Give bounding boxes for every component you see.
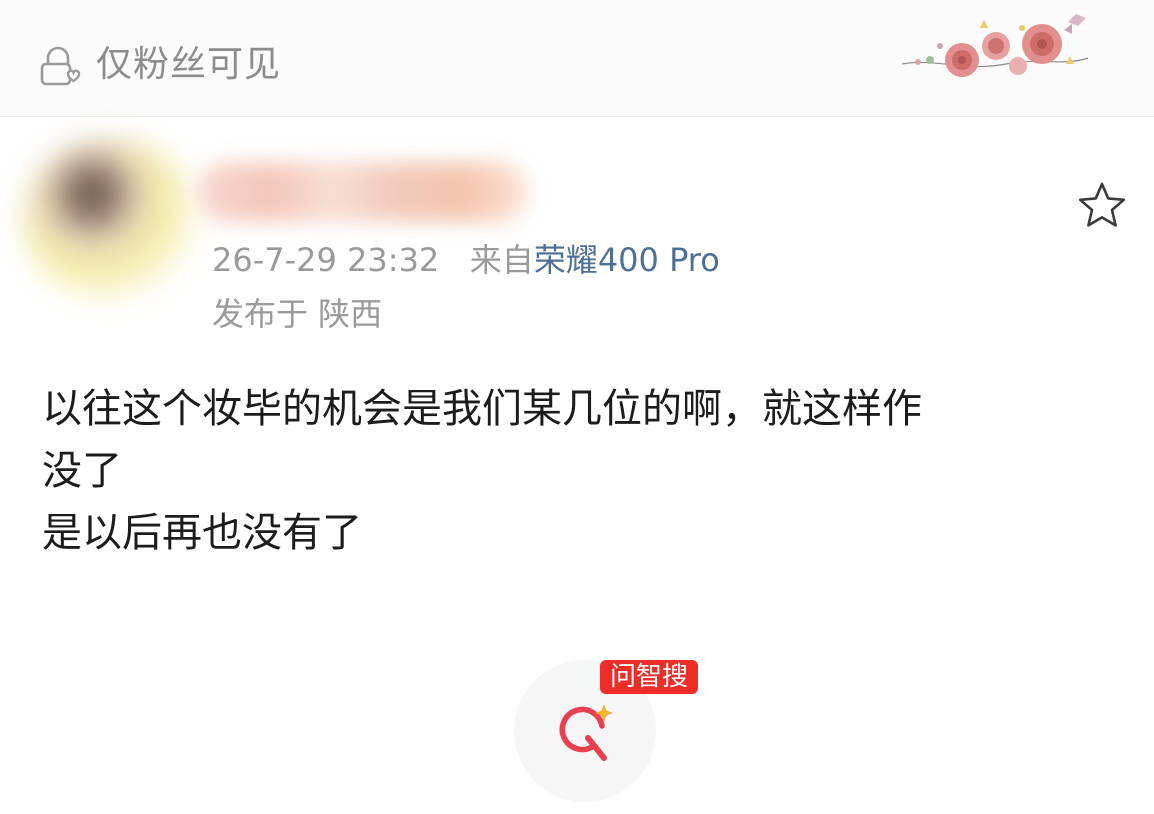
post-device[interactable]: 荣耀400 Pro [534, 241, 720, 279]
post-content: 以往这个妆毕的机会是我们某几位的啊，就这样作 没了 是以后再也没有了 [42, 378, 1102, 564]
star-outline-icon[interactable] [1074, 178, 1130, 234]
post-line-1: 以往这个妆毕的机会是我们某几位的啊，就这样作 [42, 386, 922, 432]
post-timestamp: 26-7-29 23:32 [212, 241, 440, 279]
lock-heart-icon [40, 46, 81, 86]
post-line-3: 是以后再也没有了 [42, 510, 362, 556]
rose-decoration [901, 14, 1089, 77]
visibility-bar: 仅粉丝可见 [0, 0, 1154, 117]
visibility-label: 仅粉丝可见 [96, 44, 282, 85]
post-line-2: 没了 [42, 448, 122, 494]
ai-search-badge[interactable]: 问智搜 [600, 660, 699, 694]
post-location: 发布于 陕西 [212, 295, 383, 333]
post-meta: 26-7-29 23:32 来自荣耀400 Pro [212, 238, 720, 282]
avatar[interactable] [24, 138, 194, 298]
ai-search-icon [559, 704, 613, 761]
author-name-blurred[interactable] [198, 162, 528, 222]
weibo-post-screen: 仅粉丝可见 26-7-29 23:32 来自荣耀400 Pro 发布于 陕西 以… [0, 0, 1154, 814]
post-source-prefix: 来自 [469, 241, 534, 279]
